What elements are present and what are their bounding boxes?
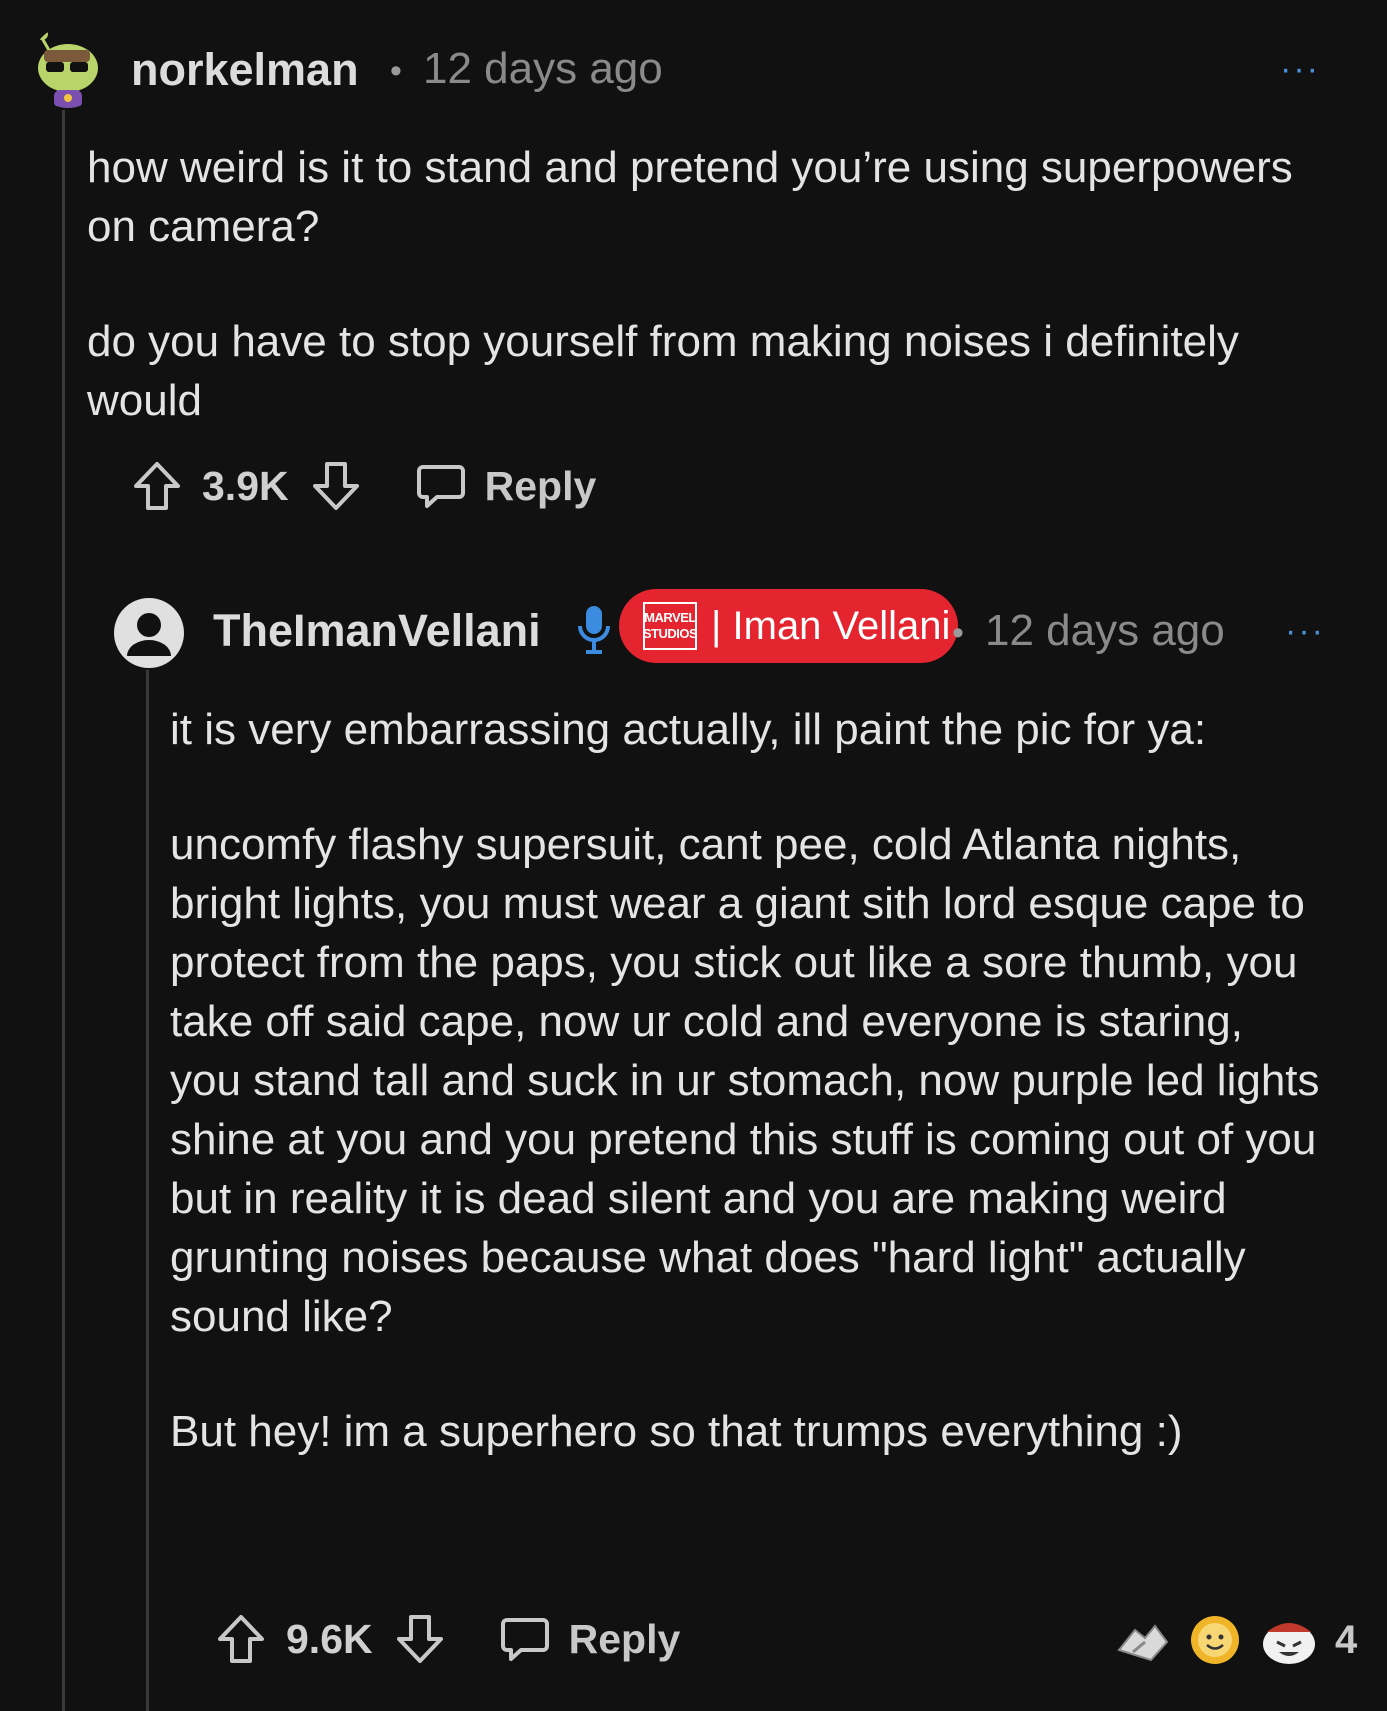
avatar[interactable] bbox=[30, 26, 106, 108]
comment-body: how weird is it to stand and pretend you… bbox=[87, 138, 1317, 430]
comment-body: it is very embarrassing actually, ill pa… bbox=[170, 700, 1320, 1461]
comment-paragraph: But hey! im a superhero so that trumps e… bbox=[170, 1407, 1183, 1456]
comment-actions: 3.9K Reply bbox=[132, 460, 596, 512]
downvote-icon[interactable] bbox=[311, 460, 361, 512]
timestamp[interactable]: 12 days ago bbox=[985, 606, 1225, 656]
marvel-studios-logo: MARVEL STUDIOS bbox=[643, 602, 698, 650]
separator-dot: • bbox=[390, 52, 402, 90]
thread-line-reply[interactable] bbox=[146, 670, 149, 1711]
comment-actions: 9.6K Reply bbox=[216, 1613, 680, 1665]
vote-count: 9.6K bbox=[286, 1615, 373, 1662]
comment-paragraph: uncomfy flashy supersuit, cant pee, cold… bbox=[170, 820, 1320, 1341]
flair-text: | Iman Vellani bbox=[711, 603, 951, 648]
thread-line-root[interactable] bbox=[62, 110, 65, 1711]
microphone-icon bbox=[576, 604, 612, 661]
upvote-icon[interactable] bbox=[132, 460, 182, 512]
reply-bubble-icon[interactable] bbox=[500, 1616, 549, 1662]
more-options-icon[interactable]: ··· bbox=[1285, 612, 1325, 651]
user-flair[interactable]: MARVEL STUDIOS | Iman Vellani bbox=[619, 589, 958, 663]
award-count: 4 bbox=[1335, 1617, 1358, 1662]
upvote-icon[interactable] bbox=[216, 1613, 266, 1665]
comment-paragraph: how weird is it to stand and pretend you… bbox=[87, 143, 1293, 251]
reply-bubble-icon[interactable] bbox=[416, 463, 465, 509]
timestamp[interactable]: 12 days ago bbox=[423, 44, 663, 94]
default-user-icon bbox=[127, 613, 171, 656]
avatar[interactable] bbox=[114, 598, 184, 668]
snoo-avatar-icon bbox=[36, 28, 98, 108]
sun-face-award-icon bbox=[1187, 1612, 1243, 1668]
downvote-icon[interactable] bbox=[395, 1613, 445, 1665]
username[interactable]: TheImanVellani bbox=[213, 605, 541, 657]
handshake-award-icon bbox=[1115, 1612, 1171, 1668]
separator-dot: • bbox=[952, 614, 964, 652]
comment-paragraph: it is very embarrassing actually, ill pa… bbox=[170, 705, 1207, 754]
comment-paragraph: do you have to stop yourself from making… bbox=[87, 317, 1239, 425]
snoo-laughing-award-icon bbox=[1259, 1612, 1319, 1668]
reply-button[interactable]: Reply bbox=[485, 463, 597, 510]
reply-button[interactable]: Reply bbox=[569, 1616, 681, 1663]
awards[interactable]: 4 bbox=[1115, 1612, 1357, 1668]
username[interactable]: norkelman bbox=[131, 44, 359, 96]
vote-count: 3.9K bbox=[202, 462, 289, 509]
more-options-icon[interactable]: ··· bbox=[1280, 50, 1320, 89]
